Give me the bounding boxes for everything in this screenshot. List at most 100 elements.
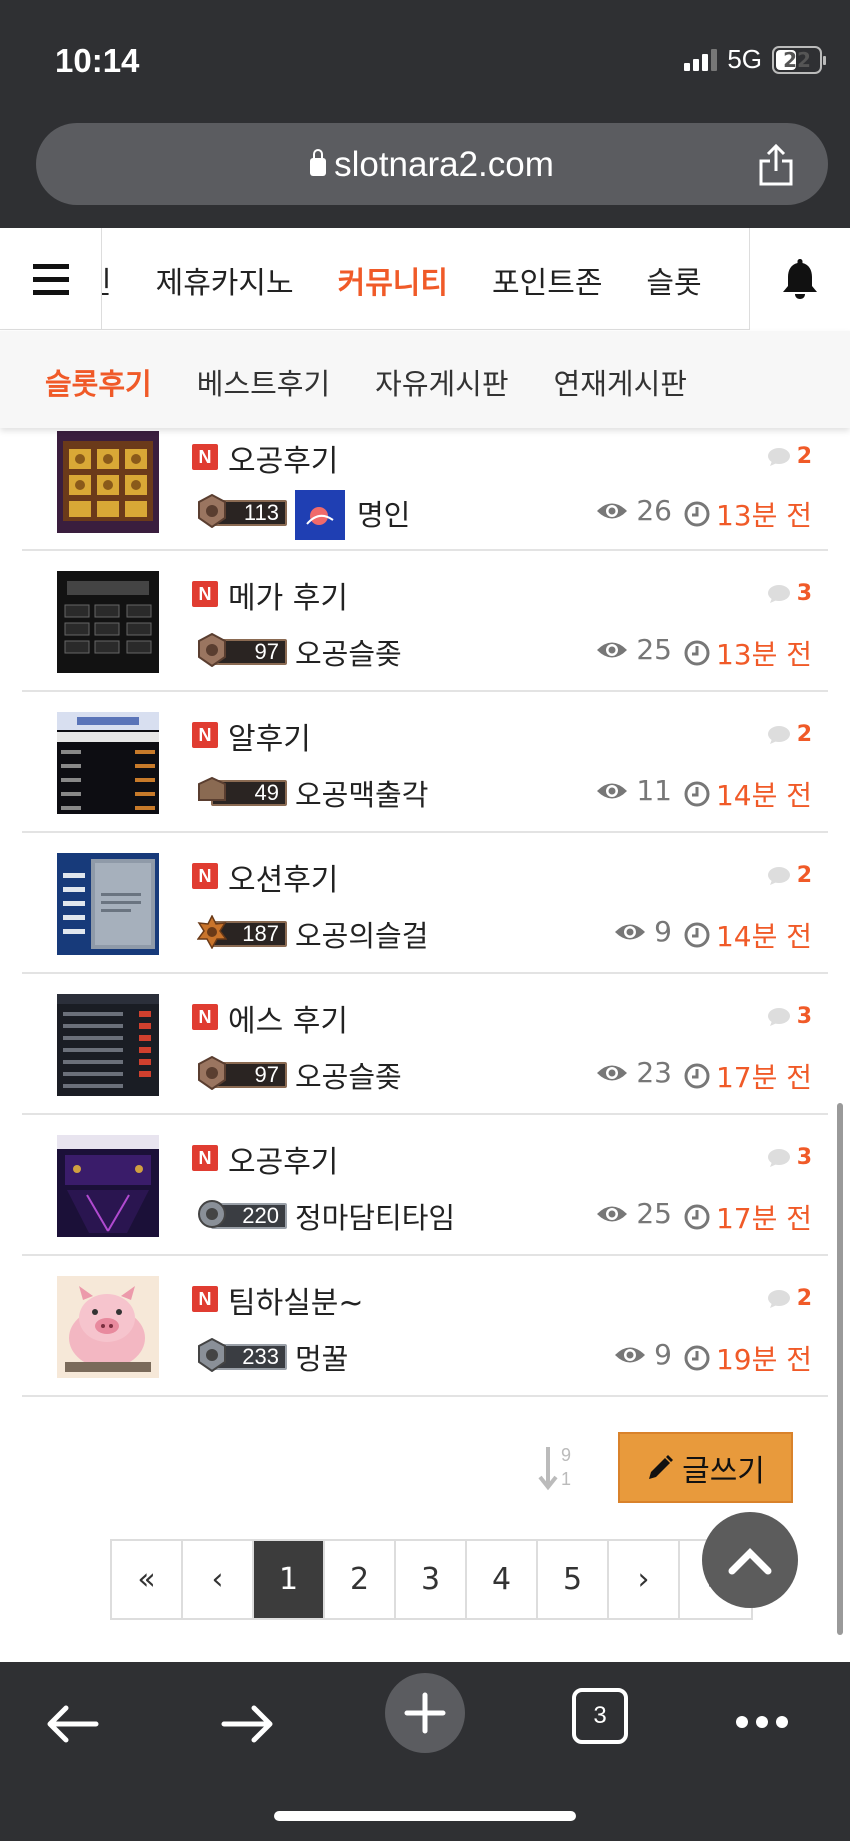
post-thumbnail[interactable]	[57, 1276, 159, 1378]
scroll-to-top-button[interactable]	[702, 1512, 798, 1608]
eye-icon	[597, 1065, 628, 1080]
more-options-icon[interactable]	[734, 1714, 790, 1730]
tab-slot-reviews[interactable]: 슬롯후기	[45, 361, 152, 403]
address-text-wrap: slotnara2.com	[36, 145, 828, 185]
back-arrow-icon[interactable]	[44, 1702, 100, 1746]
post-time: 13분 전	[684, 494, 812, 534]
post-title[interactable]: 오공후기	[228, 1137, 338, 1181]
post-author[interactable]: 멍꿀	[295, 1336, 348, 1378]
new-tab-plus-icon[interactable]	[384, 1672, 466, 1754]
comment-count-value: 2	[796, 863, 812, 888]
eye-icon	[615, 1347, 646, 1362]
post-title[interactable]: 팀하실분~	[228, 1278, 364, 1322]
comment-icon	[767, 447, 790, 466]
page-number[interactable]: 3	[396, 1541, 467, 1618]
write-button[interactable]: 글쓰기	[618, 1432, 793, 1503]
new-badge: N	[192, 1004, 218, 1030]
page-next[interactable]: ›	[609, 1541, 680, 1618]
list-item[interactable]: N 알후기 2 49 오공맥출각 11 14분 전	[22, 692, 828, 833]
forward-arrow-icon[interactable]	[220, 1702, 276, 1746]
post-thumbnail[interactable]	[57, 994, 159, 1096]
view-count-value: 11	[636, 774, 672, 807]
bell-icon[interactable]	[749, 228, 850, 330]
post-author[interactable]: 명인	[357, 492, 410, 534]
new-badge: N	[192, 1286, 218, 1312]
page-prev[interactable]: ‹	[183, 1541, 254, 1618]
tab-serial-board[interactable]: 연재게시판	[554, 361, 687, 403]
list-item[interactable]: N 에스 후기 3 97 오공슬좆 23 17분 전	[22, 974, 828, 1115]
tab-best-reviews[interactable]: 베스트후기	[197, 361, 330, 403]
level-badge: 97	[197, 1056, 287, 1090]
comment-icon	[767, 1289, 790, 1308]
nav-item-partial-left[interactable]: 인	[102, 258, 112, 302]
level-emblem-icon	[198, 1338, 226, 1372]
post-title[interactable]: 메가 후기	[228, 573, 348, 617]
avatar	[295, 490, 345, 540]
list-item[interactable]: N 오공후기 3 220 정마담티타임 25 17분 전	[22, 1115, 828, 1256]
post-author[interactable]: 오공의슬걸	[295, 913, 428, 955]
level-badge: 97	[197, 633, 287, 667]
post-time: 17분 전	[684, 1056, 812, 1096]
post-time-value: 19분 전	[715, 1343, 812, 1376]
post-author[interactable]: 오공슬좆	[295, 631, 402, 673]
nav-item-slot[interactable]: 슬롯	[646, 258, 701, 302]
sub-nav: 슬롯후기 베스트후기 자유게시판 연재게시판	[0, 331, 850, 428]
clock-icon	[684, 922, 710, 948]
new-badge: N	[192, 581, 218, 607]
page-first[interactable]: «	[112, 1541, 183, 1618]
new-badge: N	[192, 1145, 218, 1171]
post-thumbnail[interactable]	[57, 712, 159, 814]
post-thumbnail[interactable]	[57, 431, 159, 533]
page-number[interactable]: 1	[254, 1541, 325, 1618]
level-emblem-icon	[197, 915, 227, 949]
view-count-value: 9	[654, 1338, 672, 1371]
tabs-count-icon[interactable]: 3	[572, 1688, 628, 1744]
post-title[interactable]: 알후기	[228, 714, 311, 758]
post-title[interactable]: 오션후기	[228, 855, 338, 899]
nav-item-point-zone[interactable]: 포인트존	[492, 258, 602, 302]
post-title[interactable]: 에스 후기	[228, 996, 348, 1040]
post-author[interactable]: 정마담티타임	[295, 1195, 455, 1237]
sort-order-icon[interactable]: 9 1	[536, 1443, 578, 1493]
post-author[interactable]: 오공슬좆	[295, 1054, 402, 1096]
comment-count-value: 3	[796, 1145, 812, 1170]
list-item[interactable]: N 팀하실분~ 2 233 멍꿀 9 19분 전	[22, 1256, 828, 1397]
view-count-value: 9	[654, 915, 672, 948]
write-button-label: 글쓰기	[682, 1453, 765, 1489]
nav-item-community[interactable]: 커뮤니티	[338, 258, 448, 302]
signal-icon	[684, 48, 718, 71]
page-number[interactable]: 4	[467, 1541, 538, 1618]
post-title[interactable]: 오공후기	[228, 436, 338, 480]
page-number[interactable]: 2	[325, 1541, 396, 1618]
status-time: 10:14	[55, 42, 140, 79]
address-bar[interactable]: slotnara2.com	[36, 123, 828, 205]
list-item[interactable]: N 메가 후기 3 97 오공슬좆 25 13분 전	[22, 551, 828, 692]
post-thumbnail[interactable]	[57, 571, 159, 673]
comment-count: 3	[767, 1145, 812, 1170]
list-item[interactable]: N 오공후기 2 113 명인 26 13분 전	[22, 428, 828, 551]
clock-icon	[684, 781, 710, 807]
view-count: 9	[614, 915, 672, 948]
tab-free-board[interactable]: 자유게시판	[375, 361, 508, 403]
hamburger-menu-icon[interactable]	[0, 228, 102, 330]
post-thumbnail[interactable]	[57, 853, 159, 955]
main-nav: 인 제휴카지노 커뮤니티 포인트존 슬롯	[0, 228, 850, 330]
eye-icon	[597, 1206, 628, 1221]
post-thumbnail[interactable]	[57, 1135, 159, 1237]
page-number[interactable]: 5	[538, 1541, 609, 1618]
share-icon[interactable]	[756, 143, 796, 187]
scrollbar[interactable]	[837, 1103, 843, 1635]
sort-digit-bottom: 1	[561, 1469, 571, 1489]
eye-icon	[597, 642, 628, 657]
status-indicators: 5G 22	[684, 44, 826, 75]
comment-count: 2	[767, 444, 812, 469]
post-time-value: 13분 전	[715, 638, 812, 671]
level-emblem-icon	[198, 1056, 226, 1090]
post-time-value: 14분 전	[715, 779, 812, 812]
url-text: slotnara2.com	[334, 145, 554, 184]
nav-item-partner-casino[interactable]: 제휴카지노	[156, 258, 294, 302]
post-author[interactable]: 오공맥출각	[295, 772, 428, 814]
list-item[interactable]: N 오션후기 2 187 오공의슬걸 9 14분 전	[22, 833, 828, 974]
pagination: « ‹ 1 2 3 4 5 › »	[110, 1539, 753, 1620]
new-badge: N	[192, 722, 218, 748]
